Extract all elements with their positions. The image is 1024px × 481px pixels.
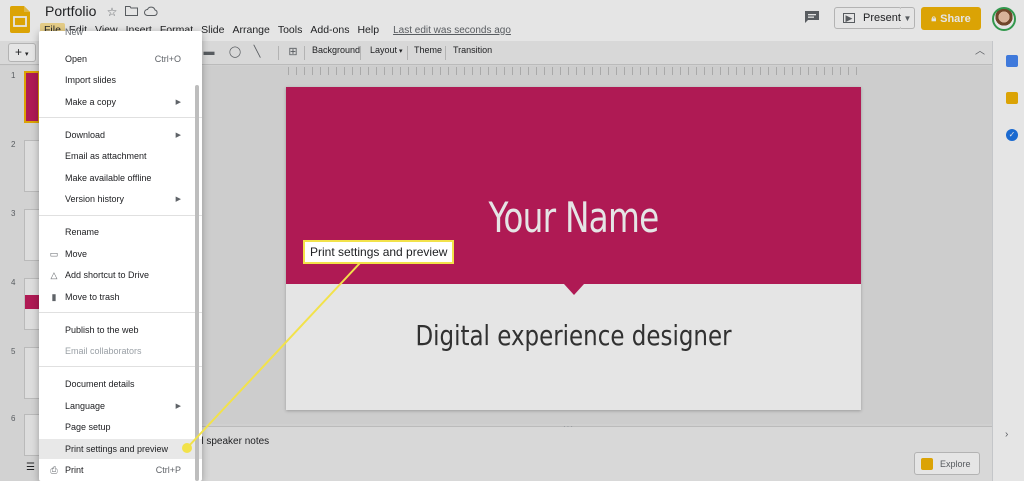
menu-scrollbar[interactable]	[195, 85, 199, 481]
menu-item-version-history[interactable]: Version history ▶	[39, 189, 202, 209]
collapse-toolbar-icon[interactable]: ︿	[973, 45, 987, 59]
toolbar-divider	[407, 46, 408, 60]
user-avatar[interactable]	[992, 7, 1016, 31]
menu-tools[interactable]: Tools	[274, 23, 307, 37]
speaker-notes-panel[interactable]	[202, 426, 992, 481]
filmstrip-footer: ☰	[0, 456, 40, 481]
menu-item-language[interactable]: Language ▶	[39, 396, 202, 416]
submenu-arrow-icon: ▶	[175, 99, 181, 106]
menu-arrange[interactable]: Arrange	[228, 23, 273, 37]
slide-number: 3	[11, 209, 16, 218]
menu-item-open[interactable]: Open Ctrl+O	[39, 49, 202, 69]
slide-thumbnail-5[interactable]	[24, 347, 40, 399]
slide-notch	[564, 284, 584, 295]
present-label: Present	[863, 12, 901, 24]
menu-add-ons[interactable]: Add-ons	[306, 23, 353, 37]
menu-item-page-setup[interactable]: Page setup	[39, 417, 202, 437]
menu-divider	[39, 215, 202, 216]
lock-icon: 🔒︎	[931, 13, 937, 23]
submenu-arrow-icon: ▶	[175, 196, 181, 203]
tasks-icon[interactable]: ✓	[1006, 129, 1018, 141]
toolbar-divider	[360, 46, 361, 60]
image-icon[interactable]: ▬	[202, 45, 216, 59]
move-folder-icon[interactable]	[124, 5, 138, 19]
line-icon[interactable]: ╲	[250, 45, 264, 59]
slide-thumbnail-3[interactable]	[24, 209, 40, 261]
menu-item-print-settings-and-preview[interactable]: Print settings and preview	[39, 439, 202, 459]
slide-thumbnail-2[interactable]	[24, 140, 40, 192]
slide-number: 4	[11, 278, 16, 287]
submenu-arrow-icon: ▶	[175, 403, 181, 410]
layout-button[interactable]: Layout ▾	[370, 45, 403, 55]
toolbar-divider	[304, 46, 305, 60]
last-edit-link[interactable]: Last edit was seconds ago	[393, 25, 511, 36]
slide-number: 5	[11, 347, 16, 356]
document-title[interactable]: Portfolio	[45, 3, 96, 19]
cloud-status-icon[interactable]	[144, 5, 158, 19]
folder-icon: ▭	[49, 248, 59, 259]
menu-item-email-as-attachment[interactable]: Email as attachment	[39, 146, 202, 166]
background-button[interactable]: Background	[312, 45, 360, 55]
keep-icon[interactable]	[1006, 92, 1018, 104]
notes-resize-handle[interactable]: ···	[563, 422, 574, 431]
slide-number: 6	[11, 414, 16, 423]
menu-divider	[39, 117, 202, 118]
menu-item-rename[interactable]: Rename	[39, 222, 202, 242]
present-icon: ▶	[843, 13, 855, 23]
slide-thumbnail-4[interactable]	[24, 278, 40, 330]
slide-number: 1	[11, 71, 16, 80]
file-menu-dropdown: New Open Ctrl+O Import slides Make a copy…	[39, 27, 202, 481]
side-panel	[992, 41, 1024, 481]
trash-icon: ▮	[51, 291, 57, 302]
explore-icon	[921, 457, 933, 470]
slides-logo-icon[interactable]	[10, 6, 30, 33]
slide-subtitle-text[interactable]: Digital experience designer	[338, 319, 810, 352]
menu-item-import-slides[interactable]: Import slides	[39, 70, 202, 90]
toolbar-divider	[445, 46, 446, 60]
drive-shortcut-icon: △	[50, 269, 58, 280]
slide-number: 2	[11, 140, 16, 149]
slide-title-text[interactable]: Your Name	[349, 193, 798, 242]
menu-item-print[interactable]: ⎙ Print Ctrl+P	[39, 460, 202, 480]
theme-button[interactable]: Theme	[414, 45, 442, 55]
menu-item-email-collaborators: Email collaborators	[65, 346, 142, 356]
comment-history-icon[interactable]	[804, 10, 820, 24]
menu-item-download[interactable]: Download ▶	[39, 125, 202, 145]
speaker-notes-placeholder[interactable]: d speaker notes	[198, 436, 269, 447]
explore-label: Explore	[940, 458, 971, 469]
slide-thumbnail-1[interactable]	[24, 71, 40, 123]
comment-add-icon[interactable]: ⊞	[286, 45, 300, 59]
menu-divider	[39, 366, 202, 367]
new-slide-button[interactable]: + ▾	[8, 43, 36, 62]
star-icon[interactable]: ☆	[105, 5, 119, 19]
explore-button[interactable]: Explore	[914, 452, 980, 475]
menu-help[interactable]: Help	[353, 23, 383, 37]
layout-label: Layout	[370, 45, 398, 55]
printer-icon: ⎙	[50, 464, 58, 475]
menu-item-publish-to-the-web[interactable]: Publish to the web	[39, 320, 202, 340]
grid-view-icon[interactable]: ☰	[26, 462, 35, 473]
menu-item-make-a-copy[interactable]: Make a copy ▶	[39, 92, 202, 112]
calendar-icon[interactable]	[1006, 55, 1018, 67]
transition-button[interactable]: Transition	[453, 45, 492, 55]
shape-icon[interactable]: ◯	[228, 45, 242, 59]
menu-item-move[interactable]: ▭ Move	[39, 244, 202, 264]
menu-item-document-details[interactable]: Document details	[39, 374, 202, 394]
menu-item-make-available-offline[interactable]: Make available offline	[39, 168, 202, 188]
expand-panel-icon[interactable]: ›	[1005, 429, 1008, 440]
toolbar-divider	[278, 46, 279, 60]
layout-dropdown-icon: ▾	[397, 48, 403, 55]
slide-thumbnail-6[interactable]	[24, 414, 40, 456]
horizontal-ruler	[288, 67, 863, 75]
menu-item-add-shortcut-to-drive[interactable]: △ Add shortcut to Drive	[39, 265, 202, 285]
menu-divider	[39, 312, 202, 313]
callout-label: Print settings and preview	[303, 240, 455, 264]
menu-item-move-to-trash[interactable]: ▮ Move to trash	[39, 287, 202, 307]
present-dropdown-icon[interactable]: ▼	[901, 7, 915, 29]
share-label: Share	[940, 12, 971, 25]
share-button[interactable]: 🔒︎ Share	[921, 7, 981, 30]
menu-item-new[interactable]: New	[39, 25, 202, 39]
present-button[interactable]: ▶ Present	[834, 7, 902, 29]
submenu-arrow-icon: ▶	[175, 132, 181, 139]
